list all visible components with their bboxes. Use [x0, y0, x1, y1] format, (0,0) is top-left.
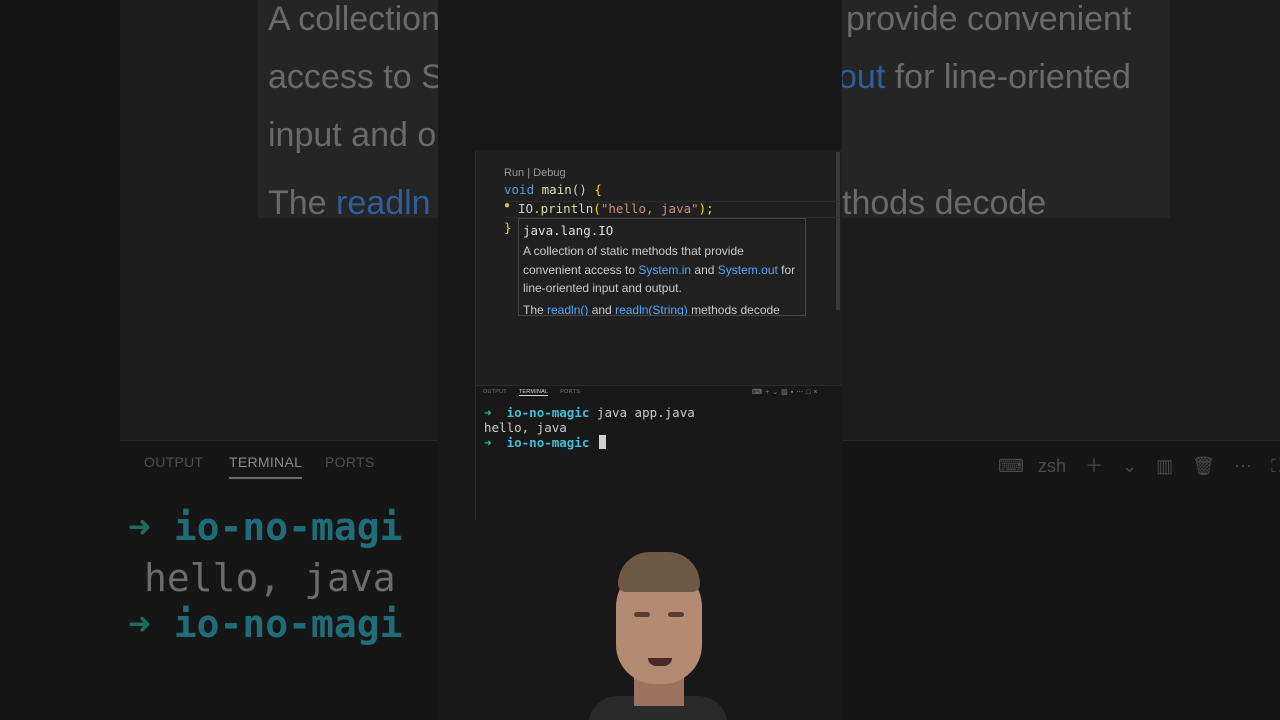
bg-shell-label: zsh [1037, 456, 1066, 476]
bg-terminal-line2: hello, java [144, 556, 396, 600]
bg-terminal-icon: ⌨ [998, 456, 1024, 476]
bg-panel-icons: ⌨zsh ＋ ⌄ ▥ 🗑 ⋯ ⛶ ✕ [998, 452, 1280, 478]
chevron-down-icon[interactable]: ⌄ [772, 389, 778, 396]
bg-terminal-line3: ➜ io-no-magi [128, 602, 403, 646]
split-terminal-icon[interactable]: ▥ [781, 389, 788, 396]
code-line-3[interactable]: } [504, 220, 512, 235]
vscode-window: Run | Debug void main() { ● IO.println("… [438, 0, 842, 720]
tab-terminal[interactable]: TERMINAL [518, 389, 549, 396]
terminal-line-1[interactable]: ➜ io-no-magic java app.java [484, 405, 695, 420]
add-terminal-icon[interactable]: + [765, 389, 769, 396]
editor-left-border [475, 150, 476, 520]
close-panel-icon[interactable]: × [813, 389, 817, 396]
presenter-left-eye [634, 612, 650, 617]
terminal-cursor [598, 435, 606, 449]
code-line-2[interactable]: IO.println("hello, java"); [518, 201, 714, 216]
system-out-link[interactable]: System.out [718, 263, 778, 277]
bg-tab-terminal: TERMINAL [229, 454, 303, 479]
bg-split-icon: ▥ [1156, 456, 1174, 476]
hover-documentation-popup[interactable]: java.lang.IO A collection of static meth… [518, 218, 806, 316]
bg-hover-text-line1b: provide convenient [846, 0, 1132, 38]
system-in-link[interactable]: System.in [638, 263, 691, 277]
hover-type-signature: java.lang.IO [523, 223, 614, 238]
lightbulb-icon[interactable]: ● [504, 200, 510, 211]
more-icon[interactable]: ⋯ [796, 389, 803, 396]
bg-more-icon: ⋯ [1234, 456, 1253, 476]
hover-description: A collection of static methods that prov… [523, 244, 796, 295]
bg-terminal-line1: ➜ io-no-magi [128, 505, 403, 549]
tab-output[interactable]: OUTPUT [483, 389, 507, 395]
bg-tab-ports: PORTS [325, 454, 375, 470]
tab-ports[interactable]: PORTS [560, 389, 580, 395]
panel-tabs: OUTPUT TERMINAL PORTS [483, 389, 592, 396]
bg-maximize-icon: ⛶ [1271, 456, 1280, 476]
bg-hover-text-line1: A collection [268, 0, 440, 38]
readln-string-link[interactable]: readln(String) [615, 303, 688, 315]
panel-toolbar: ⌨ + ⌄ ▥ ▪ ⋯ □ × [752, 388, 821, 396]
presenter-right-eye [668, 612, 684, 617]
bg-hover-text-line2b: out for line-oriented [838, 58, 1131, 96]
bg-hover-text-line4b: thods decode [842, 184, 1047, 222]
presenter-hair [618, 552, 700, 592]
maximize-icon[interactable]: □ [806, 389, 810, 396]
hover-description-2: The readln() and readln(String) methods … [523, 303, 780, 316]
bg-plus-icon: ＋ [1085, 456, 1104, 476]
bg-chevron-down-icon: ⌄ [1122, 456, 1138, 476]
terminal-line-2[interactable]: hello, java [484, 420, 567, 435]
readln-link[interactable]: readln() [547, 303, 588, 315]
bg-hover-text-line2: access to S [268, 58, 444, 96]
code-line-1[interactable]: void main() { [504, 182, 602, 197]
bg-hover-text-line4: The readln [268, 184, 431, 222]
terminal-line-3[interactable]: ➜ io-no-magic [484, 435, 606, 450]
run-debug-codelens[interactable]: Run | Debug [504, 167, 566, 179]
editor-scrollbar[interactable] [836, 152, 840, 310]
panel-divider[interactable] [476, 385, 842, 386]
bg-hover-text-line3: input and o [268, 116, 437, 154]
trash-icon[interactable]: ▪ [791, 389, 793, 396]
bg-trash-icon: 🗑 [1192, 456, 1216, 476]
bg-tab-output: OUTPUT [144, 454, 204, 470]
presenter-video [588, 530, 728, 720]
terminal-shell-icon[interactable]: ⌨ [752, 389, 762, 396]
